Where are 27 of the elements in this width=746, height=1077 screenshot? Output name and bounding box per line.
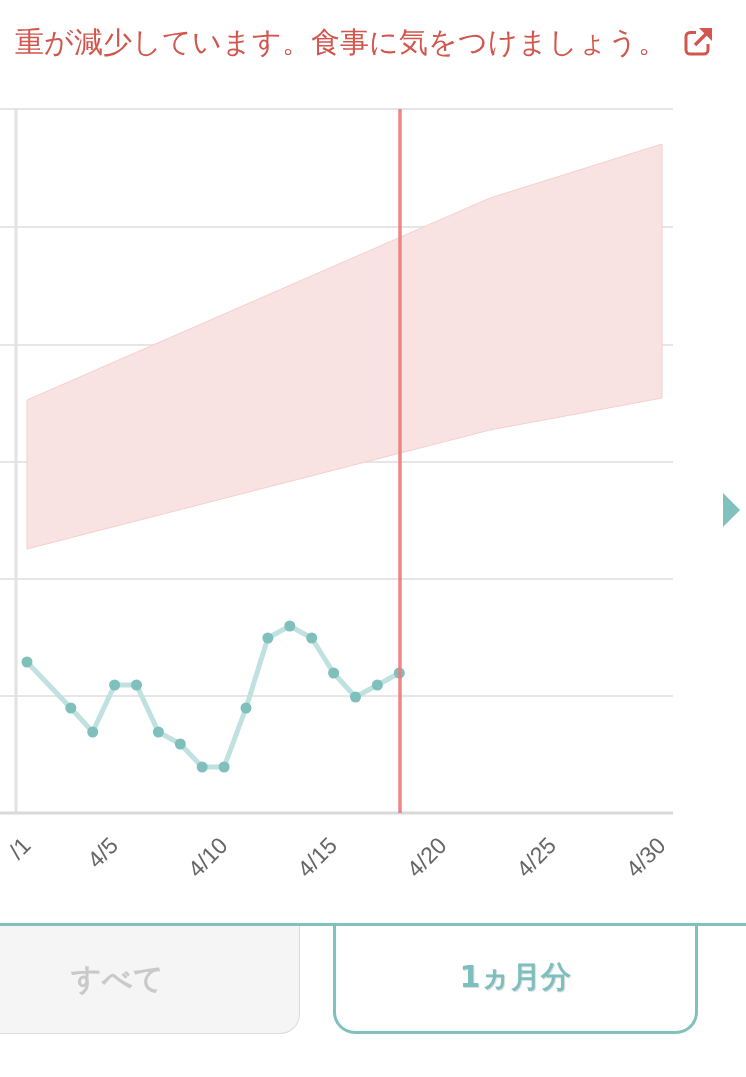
data-point [21,656,33,668]
alert-link[interactable]: 重が減少しています。食事に気をつけましょう。 [15,25,667,59]
x-axis-label: 4/30 [620,832,671,883]
data-point [350,691,361,703]
x-axis-label: 4/25 [511,832,562,883]
data-point [240,702,252,714]
external-link-icon[interactable] [684,28,712,56]
data-point [328,667,340,679]
data-point [152,726,164,738]
data-point [393,667,405,679]
data-point [371,679,383,691]
data-point [87,726,99,738]
x-axis-label: 4/15 [292,832,343,883]
data-point [65,702,77,714]
data-point [174,738,186,750]
data-point [218,761,230,773]
data-point [262,632,274,644]
x-axis-label: 4/10 [182,832,233,883]
tab[interactable]: 1ヵ月分 [333,926,698,1034]
x-axis-label: 4/5 [82,832,124,874]
data-point [196,761,208,773]
data-point [284,620,296,632]
x-axis-label: /1 [3,832,36,865]
x-axis-label: 4/20 [401,832,452,883]
data-point [109,679,121,691]
data-point [131,679,142,691]
data-point [306,632,318,644]
